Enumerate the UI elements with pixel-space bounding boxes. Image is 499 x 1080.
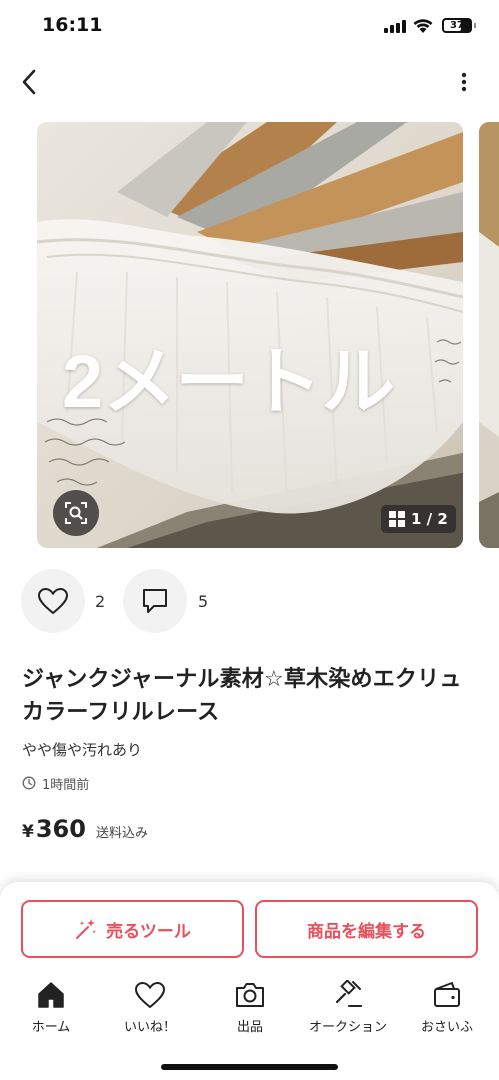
sell-tool-button[interactable]: 売るツール (21, 900, 244, 958)
battery-percent: 37 (450, 20, 464, 31)
item-condition: やや傷や汚れあり (22, 741, 143, 759)
sparkle-wand-icon (76, 919, 96, 939)
tab-auction-label: オークション (308, 1020, 387, 1035)
edit-item-label: 商品を編集する (307, 921, 426, 942)
tab-home[interactable]: ホーム (5, 980, 97, 1038)
status-time: 16:11 (42, 14, 103, 36)
tab-auction[interactable]: オークション (302, 980, 394, 1038)
comment-button[interactable] (123, 569, 187, 633)
image-search-icon (65, 502, 87, 524)
comment-icon (143, 589, 167, 613)
back-button[interactable] (12, 64, 46, 100)
camera-icon (236, 983, 264, 1007)
more-vertical-icon (461, 72, 467, 92)
home-icon (38, 982, 64, 1008)
cellular-signal-icon (384, 20, 406, 33)
image-search-button[interactable] (53, 490, 99, 536)
next-product-image[interactable] (479, 122, 499, 548)
clock-icon (22, 776, 36, 790)
image-page-counter[interactable]: 1 / 2 (381, 505, 456, 533)
tab-sell-label: 出品 (236, 1020, 263, 1035)
grid-icon (389, 511, 405, 527)
battery-icon: 37 (442, 18, 472, 33)
comment-count: 5 (198, 592, 209, 611)
like-button[interactable] (21, 569, 85, 633)
shipping-label: 送料込み (95, 826, 148, 841)
tab-sell[interactable]: 出品 (204, 980, 296, 1038)
price-currency: ¥ (22, 822, 34, 842)
status-bar: 16:11 37 (0, 0, 499, 54)
price: ¥ 360 送料込み (22, 815, 148, 843)
battery-tip (474, 23, 476, 28)
posted-time-text: 1時間前 (42, 777, 90, 793)
heart-outline-icon (37, 587, 69, 615)
image-overlay-text: 2メートル (62, 340, 395, 423)
chevron-left-icon (22, 69, 36, 95)
posted-time: 1時間前 (22, 774, 90, 793)
tab-wallet-label: おさいふ (420, 1020, 473, 1035)
like-count: 2 (95, 592, 106, 611)
wallet-icon (434, 982, 460, 1007)
more-options-button[interactable] (448, 64, 480, 100)
tab-home-label: ホーム (31, 1020, 71, 1035)
item-title: ジャンクジャーナル素材☆草木染めエクリュカラーフリルレース (22, 667, 462, 725)
heart-icon (134, 981, 166, 1009)
tab-likes[interactable]: いいね！ (104, 980, 196, 1038)
wifi-icon (413, 19, 433, 33)
price-value: 360 (35, 815, 86, 843)
next-product-photo (479, 122, 499, 548)
gavel-icon (335, 980, 362, 1007)
tab-likes-label: いいね！ (123, 1020, 176, 1035)
edit-item-button[interactable]: 商品を編集する (255, 900, 478, 958)
page-counter-text: 1 / 2 (411, 510, 448, 528)
home-indicator (161, 1064, 338, 1070)
tab-wallet[interactable]: おさいふ (401, 980, 493, 1038)
sell-tool-label: 売るツール (106, 921, 191, 942)
